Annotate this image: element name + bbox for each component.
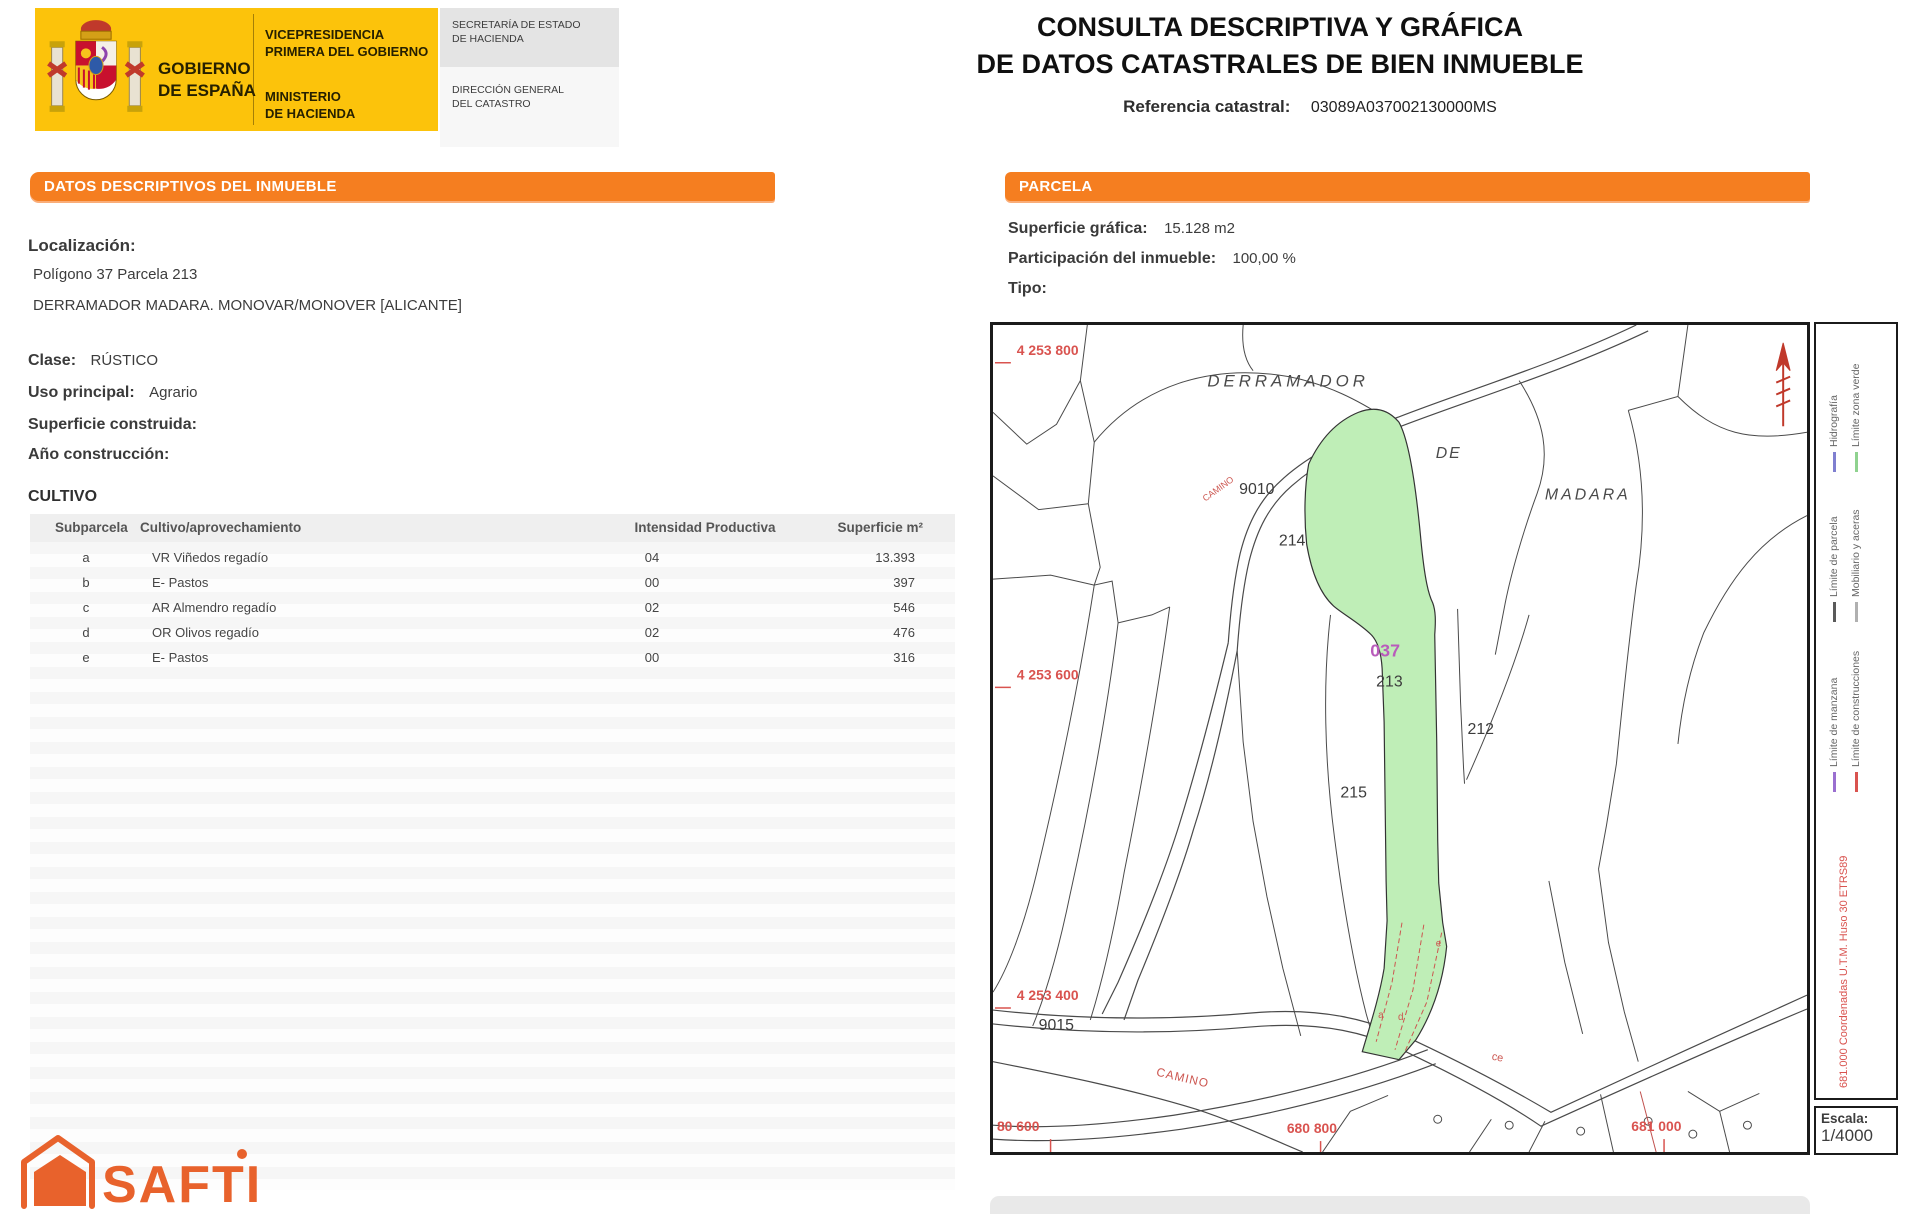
document-title: CONSULTA DESCRIPTIVA Y GRÁFICA DE DATOS … [900, 12, 1660, 80]
legend-entry-mobiliario: Mobiliario y aceras [1848, 509, 1864, 622]
subparcel-letter-e: e [1436, 938, 1442, 949]
parcel-number-212: 212 [1468, 721, 1495, 738]
section-header-datos-descriptivos: DATOS DESCRIPTIVOS DEL INMUEBLE [30, 172, 775, 201]
coord-label-y3: 4 253 400 [1017, 987, 1079, 1003]
ministerio-text: MINISTERIO DE HACIENDA [265, 88, 355, 122]
safti-brand-text: SAFTI [102, 1156, 260, 1210]
legend-swatch [1833, 772, 1836, 792]
safti-house-icon [24, 1138, 92, 1206]
north-arrow-icon [1776, 343, 1790, 426]
cadastral-map: 4 253 800 4 253 600 4 253 400 80 600 680… [990, 322, 1810, 1155]
superficie-construida-row: Superficie construida: [28, 416, 207, 434]
ce-label: ce [1491, 1051, 1504, 1065]
camino-road-label-small: CAMINO [1201, 474, 1236, 503]
gobierno-text: GOBIERNO DE ESPAÑA [158, 58, 256, 102]
subparcel-label-037: 037 [1370, 641, 1400, 661]
legend-swatch [1833, 602, 1836, 622]
legend-swatch [1855, 452, 1858, 472]
place-label-madara: MADARA [1545, 487, 1631, 504]
clase-row: Clase: RÚSTICO [28, 352, 158, 370]
table-row: c AR Almendro regadío 02 546 [30, 600, 955, 625]
logo-divider [253, 14, 254, 125]
legend-entry-zona-verde: Límite zona verde [1848, 364, 1864, 472]
spain-coat-of-arms-icon [45, 13, 147, 126]
next-section-bar [990, 1196, 1810, 1214]
parcel-number-213: 213 [1376, 673, 1403, 690]
tipo-row: Tipo: [1008, 280, 1059, 298]
coord-label-y2: 4 253 600 [1017, 666, 1079, 682]
localizacion-line2: DERRAMADOR MADARA. MONOVAR/MONOVER [ALIC… [33, 297, 462, 314]
coord-label-x2: 680 800 [1287, 1120, 1337, 1136]
superficie-grafica-row: Superficie gráfica: 15.128 m2 [1008, 220, 1235, 238]
cultivo-table-body: a VR Viñedos regadío 04 13.393 b E- Past… [30, 542, 955, 1190]
localizacion-line1: Polígono 37 Parcela 213 [33, 266, 197, 283]
parcel-number-214: 214 [1279, 532, 1306, 549]
gobierno-logo-block: GOBIERNO DE ESPAÑA VICEPRESIDENCIA PRIME… [35, 8, 438, 131]
legend-swatch [1855, 772, 1858, 792]
place-label-derramador: DERRAMADOR [1207, 372, 1368, 391]
legend-entry-hidrografia: Hidrografía [1826, 395, 1842, 472]
table-row: a VR Viñedos regadío 04 13.393 [30, 550, 955, 575]
coord-label-x1: 80 600 [997, 1118, 1040, 1134]
uso-principal-row: Uso principal: Agrario [28, 384, 198, 402]
legend-swatch [1833, 452, 1836, 472]
table-row: b E- Pastos 00 397 [30, 575, 955, 600]
coord-label-y1: 4 253 800 [1017, 342, 1079, 358]
cultivo-table-header: Subparcela Cultivo/aprovechamiento Inten… [30, 514, 955, 543]
coord-label-x3: 681 000 [1631, 1118, 1681, 1134]
cultivo-title: CULTIVO [28, 488, 97, 506]
legend-entry-limite-manzana: Límite de manzana [1826, 678, 1842, 792]
subparcel-letter-a: a [1378, 1010, 1384, 1021]
direccion-box: DIRECCIÓN GENERAL DEL CATASTRO [440, 67, 619, 147]
parcel-number-9010: 9010 [1239, 481, 1274, 498]
escala-box: Escala: 1/4000 [1814, 1106, 1898, 1155]
safti-i-dot [237, 1149, 247, 1159]
parcel-number-215: 215 [1340, 785, 1367, 802]
legend-entry-limite-construcciones: Límite de construcciones [1848, 651, 1864, 792]
cadastral-document-page: GOBIERNO DE ESPAÑA VICEPRESIDENCIA PRIME… [0, 0, 1920, 1214]
subparcel-letter-d: d [1398, 1012, 1404, 1023]
secretaria-box: SECRETARÍA DE ESTADO DE HACIENDA [440, 8, 619, 73]
localizacion-label: Localización: [28, 236, 136, 256]
table-row: d OR Olivos regadío 02 476 [30, 625, 955, 650]
vicepresidencia-text: VICEPRESIDENCIA PRIMERA DEL GOBIERNO [265, 26, 428, 60]
participacion-row: Participación del inmueble: 100,00 % [1008, 250, 1296, 268]
legend-coords-note: 681.000 Coordenadas U.T.M. Huso 30 ETRS8… [1836, 856, 1852, 1088]
camino-road-label: CAMINO [1155, 1065, 1210, 1091]
section-header-parcela: PARCELA [1005, 172, 1810, 201]
legend-swatch [1855, 602, 1858, 622]
parcel-number-9015: 9015 [1039, 1017, 1074, 1034]
table-row: e E- Pastos 00 316 [30, 650, 955, 675]
referencia-catastral: Referencia catastral: 03089A037002130000… [900, 97, 1660, 117]
safti-logo: SAFTI [10, 1124, 260, 1210]
ano-construccion-row: Año construcción: [28, 446, 179, 464]
legend-entry-limite-parcela: Límite de parcela [1826, 516, 1842, 622]
place-label-de: DE [1436, 445, 1462, 462]
